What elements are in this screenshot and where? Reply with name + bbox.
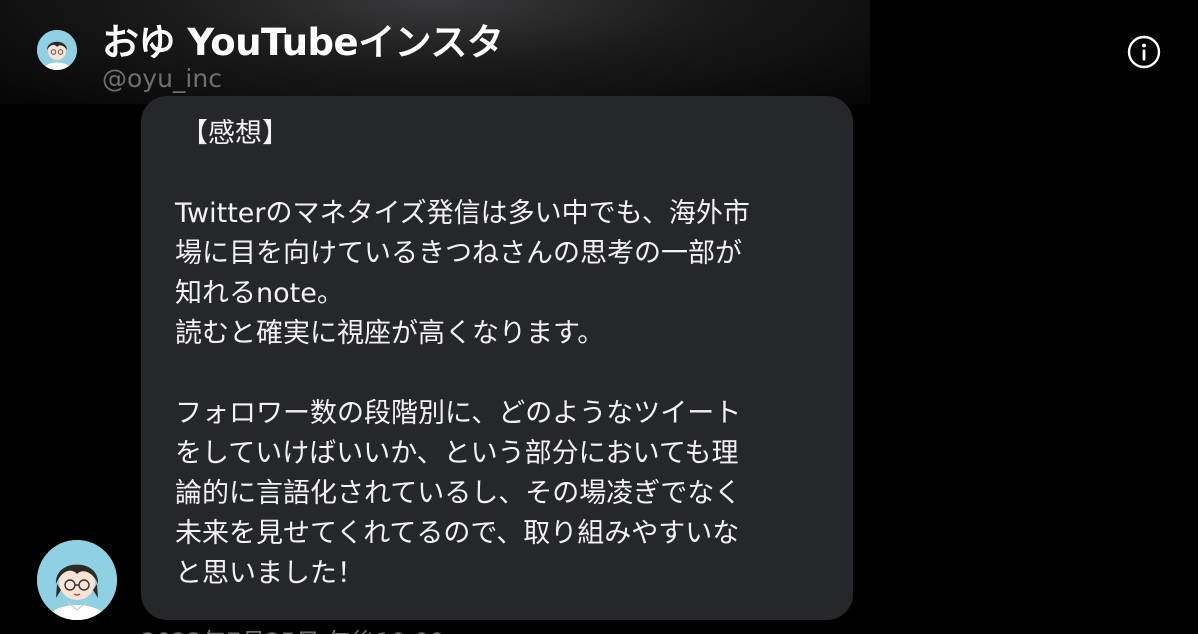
message-bubble[interactable]: 【感想】 Twitterのマネタイズ発信は多い中でも、海外市 場に目を向けている… <box>141 96 853 620</box>
avatar-illustration-icon <box>37 30 77 70</box>
conversation-title: おゆ YouTubeインスタ <box>102 21 504 64</box>
sender-avatar[interactable] <box>37 540 117 620</box>
dm-conversation-view: おゆ YouTubeインスタ @oyu_inc 【感想】 Twitterのマネタ… <box>0 0 1198 634</box>
info-circle-icon <box>1127 35 1161 69</box>
message-heading: 【感想】 <box>181 118 289 149</box>
info-button[interactable] <box>1127 35 1161 69</box>
avatar-illustration-icon <box>37 540 117 620</box>
conversation-handle[interactable]: @oyu_inc <box>102 64 222 93</box>
message-paragraph-1: Twitterのマネタイズ発信は多い中でも、海外市 場に目を向けているきつねさん… <box>175 198 750 349</box>
header-avatar[interactable] <box>37 30 77 70</box>
message-paragraph-2: フォロワー数の段階別に、どのようなツイート をしていけばいいか、という部分におい… <box>175 398 742 589</box>
message-timestamp: 2022年7月25日 午後10:00 <box>141 622 445 634</box>
